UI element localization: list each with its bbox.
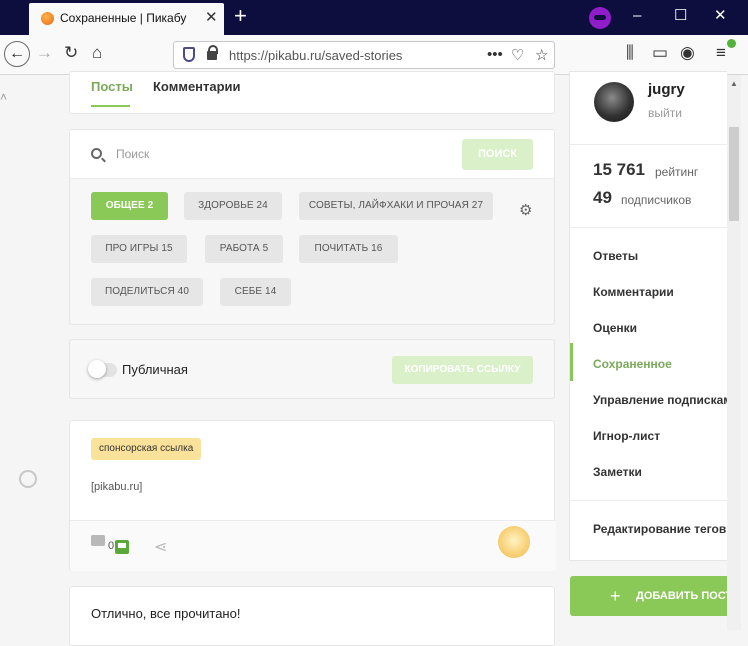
profile-sidebar: jugry выйти 15 761 рейтинг 49 подписчико… [569, 71, 740, 561]
public-panel: Публичная КОПИРОВАТЬ ССЫЛКУ [69, 339, 555, 399]
sidebar-toggle-icon[interactable]: ▭ [652, 43, 668, 63]
tab-comments[interactable]: Комментарии [153, 79, 241, 94]
gear-icon[interactable]: ⚙ [519, 201, 532, 219]
share-icon[interactable]: ⋖ [154, 537, 167, 557]
new-tab-button[interactable]: + [234, 4, 247, 28]
close-window-button[interactable]: ✕ [714, 6, 727, 26]
logout-link[interactable]: выйти [648, 106, 682, 120]
pocket-icon[interactable]: ♡ [511, 46, 524, 64]
chip-share[interactable]: ПОДЕЛИТЬСЯ 40 [91, 278, 203, 306]
page-content: ˄ Посты Комментарии ПОИСК ОБЩЕЕ 2 ЗДОРОВ… [0, 71, 748, 646]
menu-replies[interactable]: Ответы [593, 249, 638, 263]
library-icon[interactable]: ⫼ [626, 43, 634, 63]
maximize-button[interactable]: ☐ [674, 6, 687, 26]
sponsor-link[interactable]: [pikabu.ru] [91, 481, 142, 493]
menu-saved[interactable]: Сохраненное [593, 357, 672, 371]
back-button[interactable]: ← [4, 41, 30, 67]
menu-icon[interactable]: ≡ [716, 43, 726, 63]
forward-button[interactable]: → [36, 43, 53, 63]
chip-self[interactable]: СЕБЕ 14 [220, 278, 291, 306]
copy-link-button[interactable]: КОПИРОВАТЬ ССЫЛКУ [392, 356, 533, 384]
save-icon[interactable] [115, 540, 129, 554]
add-post-button[interactable]: + ДОБАВИТЬ ПОСТ [570, 576, 728, 616]
divider [570, 144, 728, 145]
sponsor-post: спонсорская ссылка [pikabu.ru] 0 ⋖ [69, 420, 556, 571]
avatar[interactable] [594, 82, 634, 122]
scroll-up-icon[interactable]: ▲ [730, 79, 738, 88]
rating-label: рейтинг [655, 165, 699, 179]
tab-posts[interactable]: Посты [91, 79, 133, 94]
reload-button[interactable]: ↻ [64, 43, 78, 63]
tab-title: Сохраненные | Пикабу [60, 11, 187, 25]
page-scrollbar[interactable]: ▲ [727, 75, 741, 630]
menu-edit-tags[interactable]: Редактирование тегов [593, 522, 726, 536]
menu-ratings[interactable]: Оценки [593, 321, 637, 335]
menu-notes[interactable]: Заметки [593, 465, 642, 479]
plus-icon: + [610, 586, 621, 606]
menu-ignore-list[interactable]: Игнор-лист [593, 429, 660, 443]
chip-tips[interactable]: СОВЕТЫ, ЛАЙФХАКИ И ПРОЧАЯ 27 [299, 192, 493, 220]
search-input[interactable] [116, 144, 416, 164]
chip-general[interactable]: ОБЩЕЕ 2 [91, 192, 168, 220]
browser-tab[interactable]: Сохраненные | Пикабу ✕ [29, 3, 224, 35]
bookmark-star-icon[interactable]: ☆ [535, 46, 548, 64]
tracking-protection-icon[interactable] [183, 47, 195, 62]
tab-close-icon[interactable]: ✕ [205, 9, 218, 27]
compass-icon[interactable] [19, 470, 37, 488]
active-tab-indicator [91, 105, 130, 107]
chip-read[interactable]: ПОЧИТАТЬ 16 [299, 235, 398, 263]
account-icon[interactable]: ◉ [680, 43, 695, 63]
home-button[interactable]: ⌂ [92, 43, 102, 63]
active-menu-indicator [570, 343, 573, 381]
public-toggle[interactable] [88, 360, 117, 378]
category-filters: ОБЩЕЕ 2 ЗДОРОВЬЕ 24 СОВЕТЫ, ЛАЙФХАКИ И П… [69, 178, 555, 325]
comment-icon[interactable] [91, 535, 105, 546]
scroll-thumb[interactable] [729, 127, 739, 221]
page-actions-icon[interactable]: ••• [487, 46, 503, 63]
divider [570, 500, 728, 501]
all-read-card: Отлично, все прочитано! [69, 586, 555, 646]
minimize-button[interactable]: – [633, 6, 641, 26]
menu-subscriptions[interactable]: Управление подписками [593, 393, 740, 407]
lock-icon[interactable] [207, 45, 218, 60]
add-post-label: ДОБАВИТЬ ПОСТ [636, 590, 728, 602]
menu-comments[interactable]: Комментарии [593, 285, 674, 299]
rating-value: 15 761 [593, 160, 645, 179]
post-footer: 0 ⋖ [70, 521, 556, 571]
browser-toolbar: ← → ↻ ⌂ https://pikabu.ru/saved-stories … [0, 35, 748, 75]
url-bar[interactable]: https://pikabu.ru/saved-stories ••• ♡ ☆ [173, 41, 555, 69]
author-avatar[interactable] [498, 526, 530, 558]
divider [570, 227, 728, 228]
pikabu-favicon-icon [41, 12, 54, 25]
update-badge-icon [727, 39, 736, 48]
chip-health[interactable]: ЗДОРОВЬЕ 24 [184, 192, 282, 220]
profile-tabs: Посты Комментарии [69, 71, 555, 114]
sponsor-badge: спонсорская ссылка [91, 438, 202, 460]
chip-games[interactable]: ПРО ИГРЫ 15 [91, 235, 187, 263]
toggle-knob[interactable] [88, 360, 106, 378]
search-icon [91, 148, 102, 159]
url-text[interactable]: https://pikabu.ru/saved-stories [229, 48, 402, 63]
user-name[interactable]: jugry [648, 81, 685, 98]
subscribers-value: 49 [593, 188, 612, 207]
comment-count: 0 [108, 540, 115, 552]
public-label: Публичная [122, 362, 188, 377]
search-button[interactable]: ПОИСК [462, 139, 533, 170]
chip-work[interactable]: РАБОТА 5 [205, 235, 283, 263]
collapse-up-icon[interactable]: ˄ [0, 90, 7, 104]
subscribers-label: подписчиков [621, 193, 692, 207]
search-panel: ПОИСК [69, 129, 555, 178]
private-browsing-icon [589, 7, 611, 29]
all-read-message: Отлично, все прочитано! [91, 606, 241, 621]
browser-titlebar: Сохраненные | Пикабу ✕ + – ☐ ✕ [0, 0, 748, 35]
